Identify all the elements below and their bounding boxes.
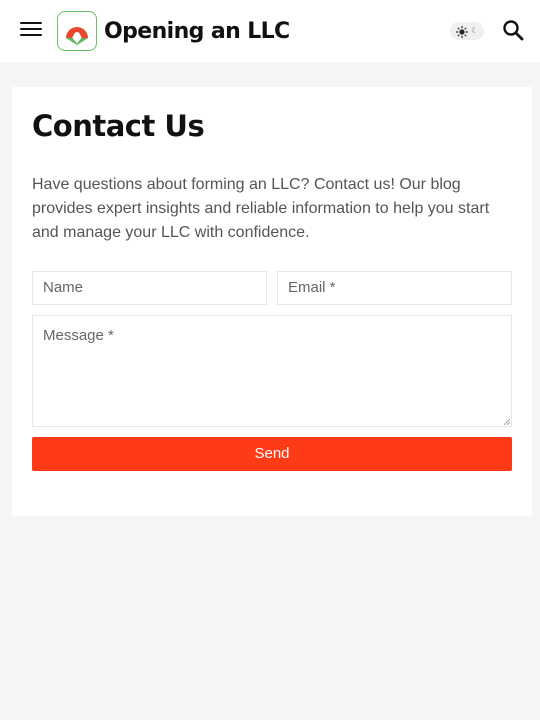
moon-icon: ☾ bbox=[471, 26, 479, 35]
menu-bar bbox=[20, 22, 42, 25]
menu-bar bbox=[20, 34, 42, 37]
email-field[interactable]: Email * bbox=[277, 271, 512, 305]
sun-icon bbox=[455, 25, 468, 38]
hamburger-menu-icon[interactable] bbox=[20, 20, 42, 40]
intro-text: Have questions about forming an LLC? Con… bbox=[32, 176, 490, 241]
site-header: Opening an LLC ☾ bbox=[0, 0, 540, 62]
site-logo[interactable]: Opening an LLC bbox=[57, 11, 290, 51]
send-button[interactable]: Send bbox=[32, 437, 512, 471]
menu-bar bbox=[20, 28, 42, 31]
message-field[interactable]: Message * bbox=[32, 315, 512, 427]
name-field[interactable]: Name bbox=[32, 271, 267, 305]
resize-grip-icon[interactable] bbox=[504, 419, 510, 425]
theme-toggle[interactable]: ☾ bbox=[450, 22, 484, 40]
message-placeholder: Message * bbox=[43, 327, 114, 344]
logo-arch-icon bbox=[57, 11, 97, 51]
search-icon[interactable] bbox=[502, 19, 524, 41]
page-title: Contact Us bbox=[32, 109, 205, 143]
site-name: Opening an LLC bbox=[104, 18, 290, 44]
contact-card: Contact Us Have questions about forming … bbox=[12, 87, 532, 516]
